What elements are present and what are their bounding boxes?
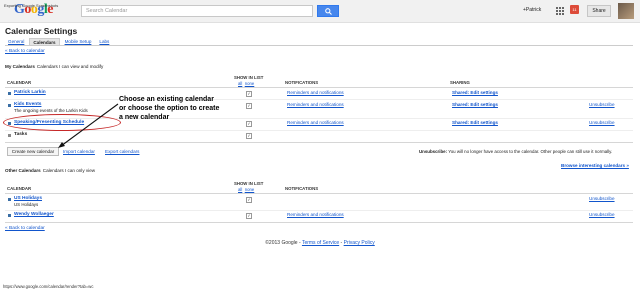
annotation-arrow bbox=[58, 103, 119, 148]
annotation-line-1: Choose an existing calendar bbox=[119, 96, 214, 103]
annotation-line-3: a new calendar bbox=[119, 114, 170, 121]
annotation-line-2: or choose the option to create bbox=[119, 105, 220, 112]
annotation-text: Choose an existing calendar or choose th… bbox=[119, 95, 219, 122]
